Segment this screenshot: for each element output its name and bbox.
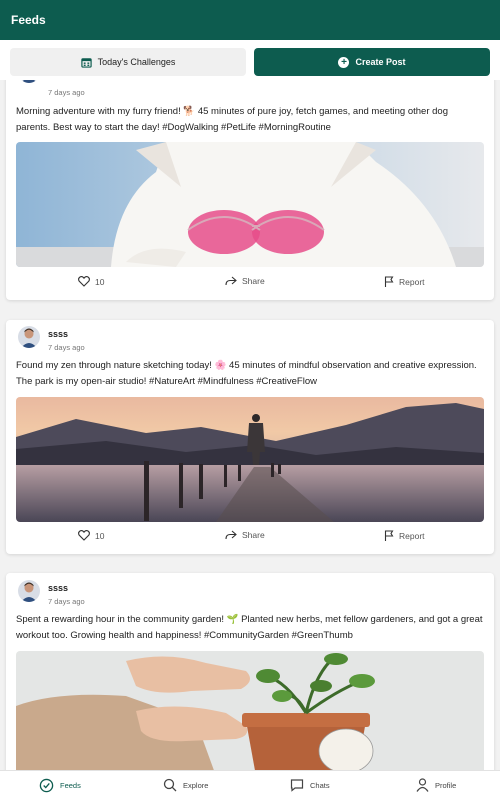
- todays-challenges-label: Today's Challenges: [97, 57, 176, 67]
- post-card: 7 days ago Morning adventure with my fur…: [6, 80, 494, 300]
- post-card: ssss 7 days ago Found my zen through nat…: [6, 320, 494, 554]
- like-count: 10: [95, 530, 105, 541]
- feeds-icon: [39, 778, 54, 793]
- nav-feeds-label: Feeds: [60, 781, 81, 790]
- share-label: Share: [242, 530, 265, 540]
- like-button[interactable]: 10: [78, 530, 104, 541]
- todays-challenges-button[interactable]: Today's Challenges: [10, 48, 246, 76]
- post-actions: 10 Share Report: [6, 276, 494, 296]
- post-caption: Found my zen through nature sketching to…: [16, 360, 477, 387]
- share-icon: [225, 530, 237, 540]
- avatar[interactable]: [18, 326, 40, 348]
- post-caption: Morning adventure with my furry friend! …: [16, 106, 448, 133]
- post-image[interactable]: [16, 397, 484, 522]
- flag-icon: [384, 276, 394, 287]
- chat-icon: [290, 779, 304, 792]
- heart-icon: [78, 276, 90, 287]
- post-caption: Spent a rewarding hour in the community …: [16, 614, 483, 641]
- feed-list[interactable]: 7 days ago Morning adventure with my fur…: [0, 80, 500, 770]
- post-username[interactable]: ssss: [48, 583, 68, 593]
- nav-profile-label: Profile: [435, 780, 457, 790]
- report-label: Report: [399, 530, 425, 541]
- share-button[interactable]: Share: [225, 276, 265, 286]
- flag-icon: [384, 530, 394, 541]
- nav-chats[interactable]: Chats: [290, 778, 330, 792]
- create-post-label: Create Post: [355, 57, 406, 67]
- create-post-button[interactable]: + Create Post: [254, 48, 490, 76]
- nav-chats-label: Chats: [310, 780, 330, 790]
- person-icon: [416, 778, 429, 792]
- post-username[interactable]: ssss: [48, 329, 68, 339]
- post-timestamp: 7 days ago: [48, 343, 85, 352]
- post-actions: 10 Share Report: [6, 530, 494, 550]
- post-image[interactable]: [16, 651, 484, 770]
- like-count: 10: [95, 276, 105, 287]
- report-button[interactable]: Report: [384, 530, 425, 541]
- app-bar: Feeds: [0, 0, 500, 40]
- nav-profile[interactable]: Profile: [416, 778, 456, 792]
- bottom-navigation: Feeds Explore Chats Profile: [0, 770, 500, 800]
- plus-circle-icon: +: [338, 56, 350, 68]
- post-image[interactable]: [16, 142, 484, 267]
- page-title: Feeds: [11, 13, 46, 27]
- nav-explore-label: Explore: [183, 780, 209, 790]
- report-button[interactable]: Report: [384, 276, 425, 287]
- post-card: ssss 7 days ago Spent a rewarding hour i…: [6, 573, 494, 770]
- action-bar: Today's Challenges + Create Post: [0, 40, 500, 80]
- search-icon: [163, 778, 177, 792]
- nav-explore[interactable]: Explore: [163, 778, 208, 792]
- share-button[interactable]: Share: [225, 530, 265, 540]
- like-button[interactable]: 10: [78, 276, 104, 287]
- report-label: Report: [399, 276, 425, 287]
- nav-feeds[interactable]: Feeds: [39, 778, 81, 793]
- calendar-icon: [80, 57, 92, 68]
- post-timestamp: 7 days ago: [48, 88, 85, 97]
- post-timestamp: 7 days ago: [48, 597, 85, 606]
- share-label: Share: [242, 276, 265, 286]
- heart-icon: [78, 530, 90, 541]
- avatar[interactable]: [18, 80, 40, 83]
- share-icon: [225, 276, 237, 286]
- avatar[interactable]: [18, 580, 40, 602]
